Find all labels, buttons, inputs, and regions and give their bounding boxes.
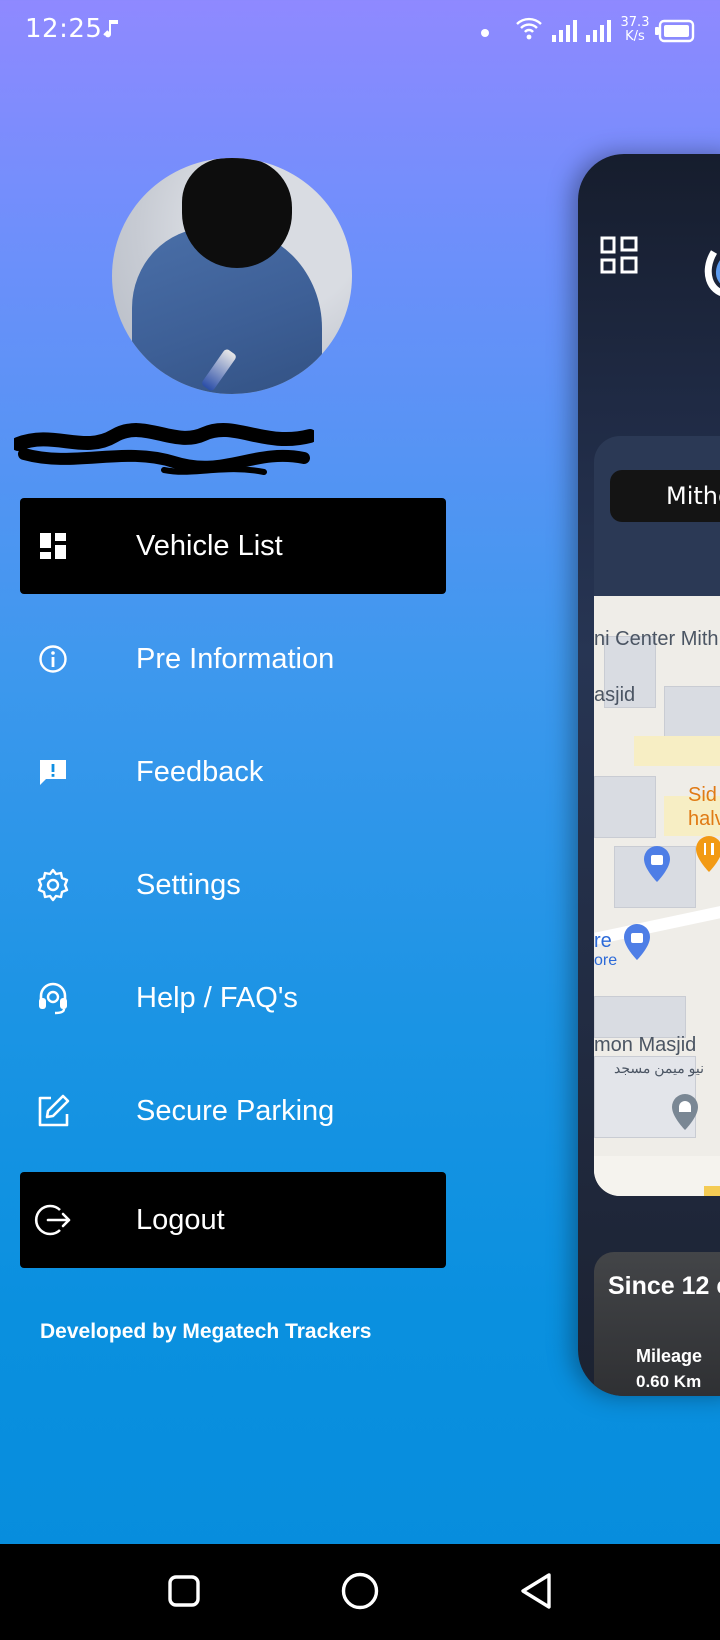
menu-item-logout[interactable]: Logout <box>20 1172 446 1268</box>
status-bar: 12:25 37.3 K/s <box>0 0 720 70</box>
map-label-urdu: نیو میمن مسجد <box>614 1060 704 1076</box>
menu-label-feedback: Feedback <box>136 755 264 788</box>
signal-icon-1 <box>550 18 578 48</box>
qr-code-icon[interactable] <box>600 236 640 276</box>
headset-icon <box>34 979 72 1017</box>
store-pin-icon[interactable] <box>622 922 652 962</box>
map-label-sid: Sid <box>688 784 717 806</box>
menu-label-secure-parking: Secure Parking <box>136 1094 335 1127</box>
status-time: 12:25 <box>25 14 103 44</box>
mileage-value: 0.60 Km <box>636 1372 702 1391</box>
menu-label-pre-information: Pre Information <box>136 642 335 675</box>
redacted-user-name <box>14 423 314 475</box>
logout-icon <box>34 1201 72 1239</box>
recent-apps-button[interactable] <box>154 1566 214 1616</box>
map-label-re: re <box>594 930 612 952</box>
mosque-pin-icon[interactable] <box>670 1092 700 1132</box>
menu-label-help-faq: Help / FAQ's <box>136 981 298 1014</box>
circle-icon <box>341 1572 379 1610</box>
location-pill[interactable]: Mitho <box>610 470 720 522</box>
stats-card[interactable]: Since 12 c Mileage 0.60 Km <box>594 1252 720 1396</box>
menu-item-feedback[interactable]: Feedback <box>20 724 446 820</box>
mileage-label: Mileage <box>636 1346 703 1366</box>
wifi-icon <box>514 14 544 48</box>
main-screen-preview[interactable]: Mitho ni Center Mith asjid Sid halv re o… <box>578 154 720 1396</box>
menu-label-vehicle-list: Vehicle List <box>136 529 283 562</box>
signal-icon-2 <box>584 18 612 48</box>
back-triangle-icon <box>521 1573 551 1609</box>
system-nav-bar <box>0 1544 720 1640</box>
back-button[interactable] <box>506 1566 566 1616</box>
menu-label-logout: Logout <box>136 1203 225 1236</box>
stats-title: Since 12 c <box>608 1272 720 1300</box>
gear-icon <box>34 866 72 904</box>
avatar-redaction <box>182 158 292 268</box>
developed-by-text: Developed by Megatech Trackers <box>40 1320 372 1343</box>
shopping-pin-icon[interactable] <box>642 844 672 884</box>
app-logo <box>704 250 720 296</box>
info-icon <box>34 640 72 678</box>
map-label-mon-masjid: mon Masjid <box>594 1034 697 1056</box>
edit-icon <box>34 1092 72 1130</box>
square-icon <box>168 1575 200 1607</box>
home-button[interactable] <box>330 1566 390 1616</box>
map-label-center: ni Center Mith <box>594 628 719 650</box>
map-view[interactable]: ni Center Mith asjid Sid halv re ore mon… <box>594 596 720 1196</box>
network-speed-unit: K/s <box>625 29 645 44</box>
menu-item-vehicle-list[interactable]: Vehicle List <box>20 498 446 594</box>
network-speed-value: 37.3 <box>620 15 650 30</box>
menu-item-help-faq[interactable]: Help / FAQ's <box>20 950 446 1046</box>
map-label-halv: halv <box>688 808 720 830</box>
map-label-masjid: asjid <box>594 684 636 706</box>
feedback-icon <box>34 753 72 791</box>
menu-item-pre-information[interactable]: Pre Information <box>20 611 446 707</box>
notification-dot-icon <box>481 29 489 37</box>
music-note-icon <box>100 16 124 46</box>
network-speed: 37.3 K/s <box>618 16 652 44</box>
vehicle-panel: Mitho ni Center Mith asjid Sid halv re o… <box>594 436 720 1196</box>
profile-avatar[interactable] <box>112 158 352 394</box>
menu-label-settings: Settings <box>136 868 241 901</box>
restaurant-pin-icon[interactable] <box>694 834 720 874</box>
menu-item-secure-parking[interactable]: Secure Parking <box>20 1063 446 1159</box>
battery-icon <box>654 18 696 48</box>
dashboard-icon <box>34 527 72 565</box>
menu-item-settings[interactable]: Settings <box>20 837 446 933</box>
map-label-ore: ore <box>594 952 618 969</box>
